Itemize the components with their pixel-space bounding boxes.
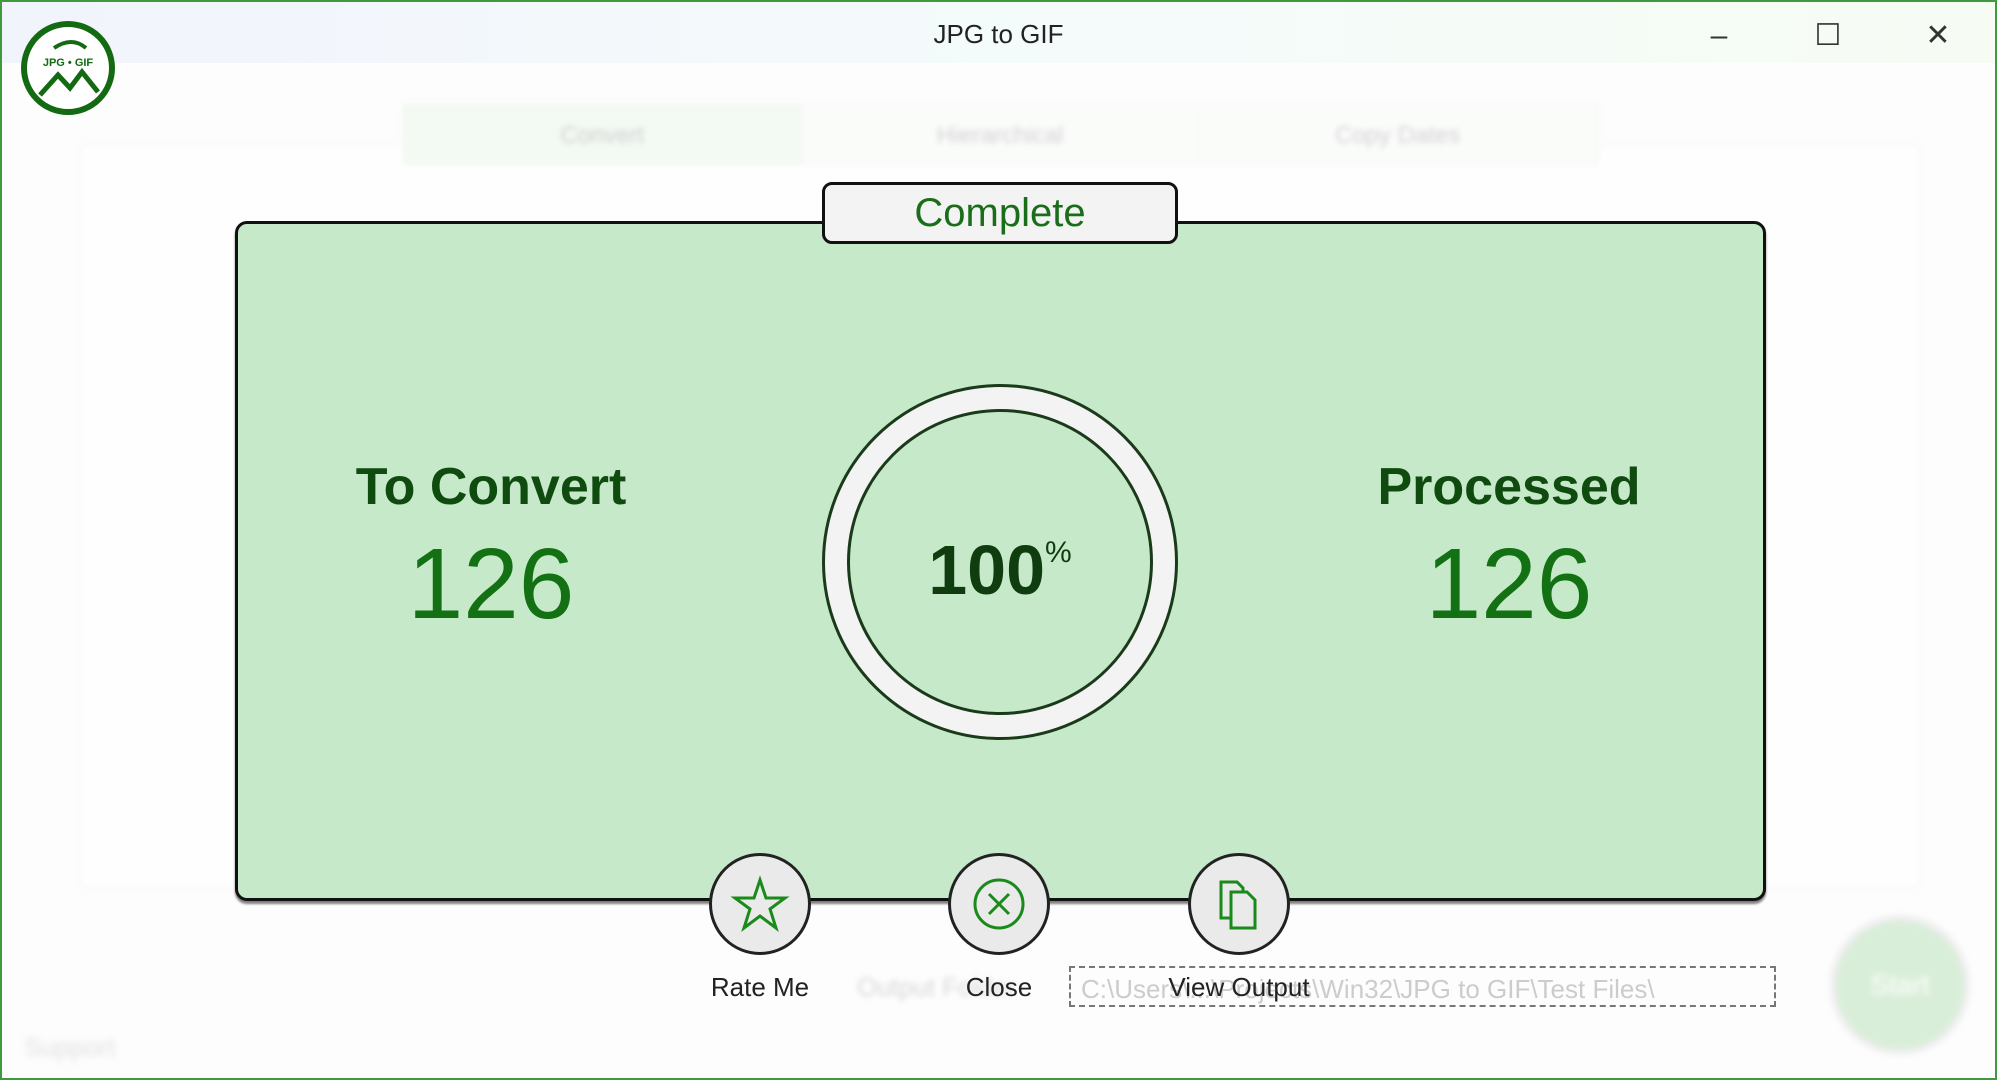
tab-hierarchical[interactable]: Hierarchical — [802, 105, 1200, 164]
close-label[interactable]: Close — [899, 972, 1099, 1003]
percent-value: 100 — [928, 531, 1046, 609]
percent-sign: % — [1045, 536, 1072, 569]
app-logo-icon: JPG • GIF — [21, 21, 115, 115]
to-convert-count: 126 — [407, 528, 575, 640]
view-output-label[interactable]: View Output — [1139, 972, 1339, 1003]
processed-label: Processed — [1377, 458, 1641, 516]
rate-me-label[interactable]: Rate Me — [660, 972, 860, 1003]
close-circle-icon — [973, 878, 1025, 930]
copy-files-icon — [1219, 880, 1257, 930]
status-header: Complete — [822, 182, 1178, 244]
start-button[interactable]: Start — [1830, 915, 1970, 1055]
view-output-button[interactable] — [1188, 853, 1290, 955]
minimize-button[interactable]: – — [1697, 14, 1741, 58]
mode-tabs: Convert Hierarchical Copy Dates — [403, 104, 1598, 165]
star-icon — [730, 875, 790, 933]
close-window-button[interactable]: ✕ — [1916, 14, 1960, 58]
rate-me-button[interactable] — [709, 853, 811, 955]
processed-count: 126 — [1425, 528, 1593, 640]
tab-copy-dates[interactable]: Copy Dates — [1199, 105, 1598, 164]
to-convert-stat: To Convert 126 — [241, 457, 741, 642]
close-button[interactable] — [948, 853, 1050, 955]
progress-ring-inner: 100% — [847, 409, 1153, 715]
processed-stat: Processed 126 — [1259, 457, 1759, 642]
to-convert-label: To Convert — [355, 458, 627, 516]
app-window: JPG to GIF – ☐ ✕ JPG • GIF Convert Hiera… — [0, 0, 1997, 1080]
progress-ring: 100% — [822, 384, 1178, 740]
tab-convert[interactable]: Convert — [404, 105, 802, 164]
maximize-button[interactable]: ☐ — [1806, 14, 1850, 58]
title-bar: JPG to GIF – ☐ ✕ — [2, 2, 1995, 63]
svg-text:JPG • GIF: JPG • GIF — [43, 57, 94, 69]
support-link[interactable]: Support — [24, 1032, 115, 1063]
progress-percent: 100% — [850, 530, 1150, 610]
